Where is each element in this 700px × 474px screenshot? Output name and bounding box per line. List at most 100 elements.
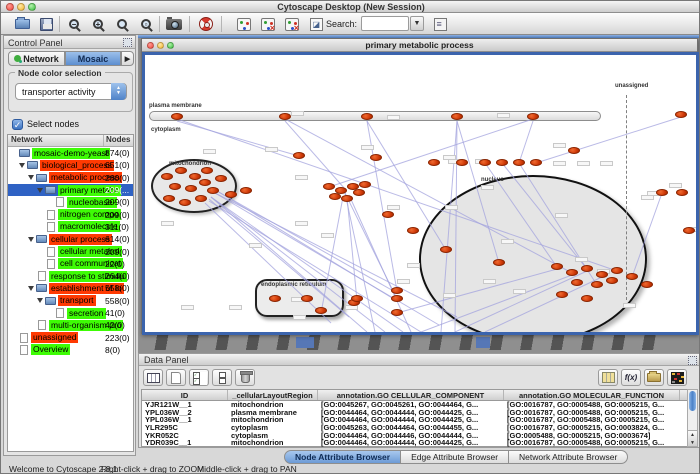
graph-node[interactable] xyxy=(479,159,491,166)
graph-node[interactable] xyxy=(551,263,563,270)
graph-node[interactable] xyxy=(566,269,578,276)
tree-row[interactable]: mosaic-demo-yeast874(0) xyxy=(8,147,133,159)
create-view-icon[interactable] xyxy=(257,15,279,33)
graph-node[interactable] xyxy=(189,173,201,180)
expand-triangle-icon[interactable] xyxy=(19,163,25,168)
zoom-fit-icon[interactable]: ▫ xyxy=(135,15,157,33)
tree-row[interactable]: cellular process614(0) xyxy=(8,233,133,245)
graph-node[interactable] xyxy=(370,154,382,161)
attribute-browser-tab[interactable]: Node Attribute Browser xyxy=(284,450,401,464)
float-panel-icon[interactable] xyxy=(688,356,697,365)
graph-node[interactable] xyxy=(171,113,183,120)
table-row[interactable]: YDR039C__1mitochondrion[GO:0044464, GO:0… xyxy=(142,439,688,447)
attribute-browser-tab[interactable]: Edge Attribute Browser xyxy=(401,450,509,464)
table-cell[interactable]: [GO:0016787, GO:0005488, GO:0005215, G..… xyxy=(504,438,680,447)
tree-header[interactable]: Network Nodes xyxy=(8,135,133,147)
graph-edge[interactable] xyxy=(211,197,403,332)
graph-edge[interactable] xyxy=(215,193,439,325)
zoom-in-icon[interactable]: + xyxy=(87,15,109,33)
tree-row[interactable]: secretion41(0) xyxy=(8,307,133,319)
graph-node[interactable] xyxy=(676,189,688,196)
graph-node[interactable] xyxy=(641,281,653,288)
graph-edge[interactable] xyxy=(177,119,617,271)
expand-triangle-icon[interactable] xyxy=(28,237,34,242)
graph-node[interactable] xyxy=(683,227,695,234)
graph-edge[interactable] xyxy=(177,121,299,156)
graph-node[interactable] xyxy=(606,277,618,284)
table-cell[interactable]: mitochondrion xyxy=(228,438,318,447)
table-column-header[interactable]: annotation.GO MOLECULAR_FUNCTION xyxy=(504,390,680,400)
scrollbar-arrows-icon[interactable]: ▲▼ xyxy=(688,430,697,446)
tree-row[interactable]: multi-organism pro42(0) xyxy=(8,319,133,331)
graph-node[interactable] xyxy=(596,271,608,278)
destroy-view-icon[interactable] xyxy=(281,15,303,33)
search-dropdown-icon[interactable]: ▼ xyxy=(410,16,424,31)
graph-node[interactable] xyxy=(240,187,252,194)
graph-node[interactable] xyxy=(530,159,542,166)
graph-node[interactable] xyxy=(493,259,505,266)
graph-node[interactable] xyxy=(199,179,211,186)
select-attributes-icon[interactable] xyxy=(189,369,209,386)
graph-node[interactable] xyxy=(568,147,580,154)
graph-edge[interactable] xyxy=(205,203,331,323)
tree-row[interactable]: establishment of lo558(0) xyxy=(8,282,133,294)
graph-node[interactable] xyxy=(456,159,468,166)
graph-edge[interactable] xyxy=(397,269,557,313)
graph-node[interactable] xyxy=(207,187,219,194)
annotation-icon[interactable] xyxy=(305,15,327,33)
tree-row[interactable]: Overview8(0) xyxy=(8,344,133,356)
tree-row[interactable]: biological_process651(0) xyxy=(8,159,133,171)
graph-node[interactable] xyxy=(359,181,371,188)
graph-node[interactable] xyxy=(351,295,363,302)
graph-node[interactable] xyxy=(581,265,593,272)
delete-attribute-icon[interactable] xyxy=(235,369,255,386)
graph-node[interactable] xyxy=(556,291,568,298)
graph-node[interactable] xyxy=(353,189,365,196)
attribute-grid-icon[interactable] xyxy=(143,369,163,386)
graph-node[interactable] xyxy=(391,309,403,316)
open-file-icon[interactable] xyxy=(11,15,33,33)
graph-node[interactable] xyxy=(391,295,403,302)
graph-node[interactable] xyxy=(185,185,197,192)
graph-node[interactable] xyxy=(391,287,403,294)
tree-row[interactable]: response to stimulu264(0) xyxy=(8,270,133,282)
float-panel-icon[interactable] xyxy=(123,38,132,47)
import-attributes-icon[interactable] xyxy=(644,369,664,386)
graph-node[interactable] xyxy=(626,273,638,280)
tree-row[interactable]: cell communicat22(0) xyxy=(8,258,133,270)
graph-node[interactable] xyxy=(581,295,593,302)
new-attribute-icon[interactable] xyxy=(166,369,186,386)
expand-triangle-icon[interactable] xyxy=(37,188,43,193)
graph-node[interactable] xyxy=(361,113,373,120)
graph-node[interactable] xyxy=(329,193,341,200)
graph-edge[interactable] xyxy=(502,163,587,269)
graph-node[interactable] xyxy=(175,167,187,174)
graph-node[interactable] xyxy=(341,195,353,202)
graph-node[interactable] xyxy=(163,195,175,202)
heatmap-icon[interactable] xyxy=(667,369,687,386)
graph-node[interactable] xyxy=(571,279,583,286)
table-cell[interactable]: YDR039C__1 xyxy=(142,438,228,447)
graph-node[interactable] xyxy=(591,281,603,288)
graph-node[interactable] xyxy=(428,159,440,166)
graph-node[interactable] xyxy=(513,159,525,166)
tree-row[interactable]: metabolic process280(0) xyxy=(8,172,133,184)
graph-node[interactable] xyxy=(279,113,291,120)
graph-node[interactable] xyxy=(195,195,207,202)
search-input[interactable] xyxy=(361,16,409,31)
graph-node[interactable] xyxy=(293,152,305,159)
tree-col-network[interactable]: Network xyxy=(8,135,104,146)
search-settings-icon[interactable] xyxy=(429,15,451,33)
graph-edge[interactable] xyxy=(519,121,533,163)
graph-node[interactable] xyxy=(496,159,508,166)
expand-triangle-icon[interactable] xyxy=(37,298,43,303)
tree-row[interactable]: unassigned223(0) xyxy=(8,331,133,343)
graph-node[interactable] xyxy=(215,175,227,182)
graph-node[interactable] xyxy=(451,113,463,120)
table-scrollbar[interactable]: ▲▼ xyxy=(687,389,698,447)
graph-edge[interactable] xyxy=(536,117,681,163)
network-canvas[interactable]: plasma membrane cytoplasm mitochondrion … xyxy=(142,52,699,335)
graph-node[interactable] xyxy=(407,227,419,234)
graph-edge[interactable] xyxy=(345,193,375,332)
graph-edge[interactable] xyxy=(321,197,343,313)
